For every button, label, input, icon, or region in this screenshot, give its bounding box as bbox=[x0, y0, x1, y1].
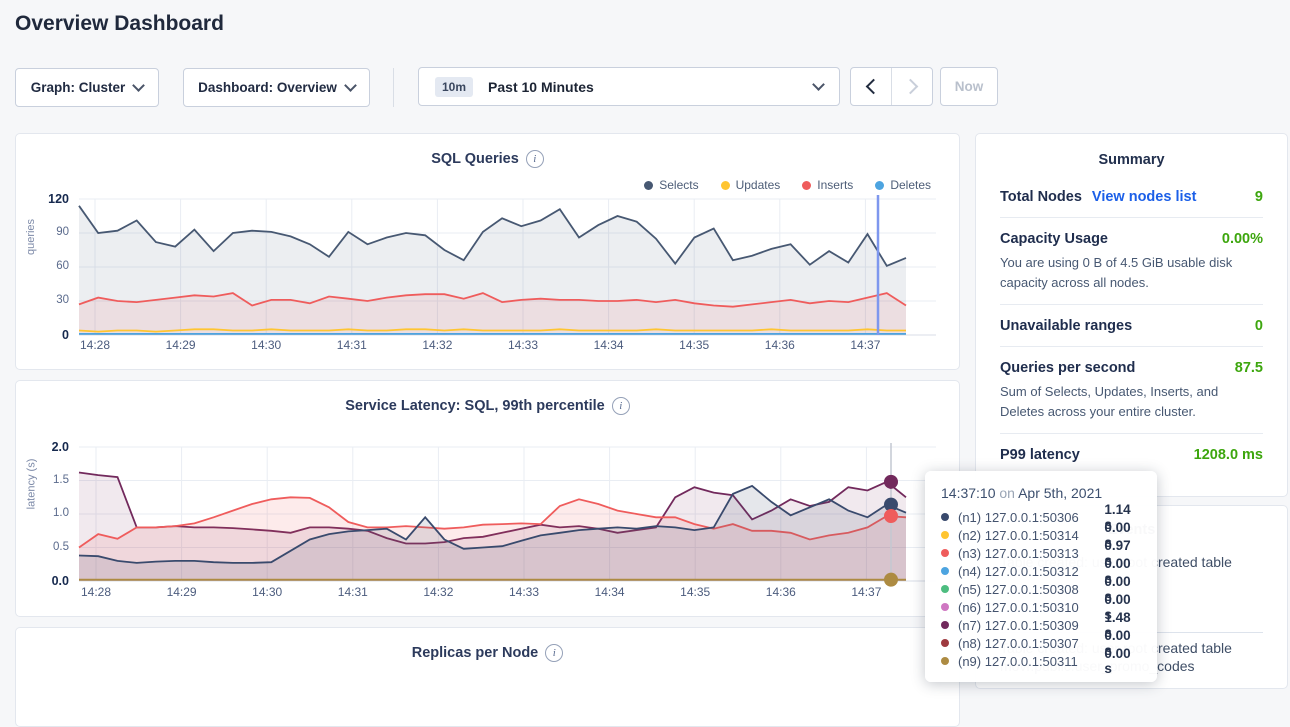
service-latency-chart-card: Service Latency: SQL, 99th percentile i … bbox=[15, 380, 960, 617]
node-color-dot-icon bbox=[941, 657, 949, 665]
metric-label: Unavailable ranges bbox=[1000, 318, 1132, 334]
info-icon[interactable]: i bbox=[545, 644, 563, 662]
x-tick-label: 14:31 bbox=[322, 338, 382, 352]
x-tick-label: 14:30 bbox=[237, 585, 297, 599]
metric-label: Capacity Usage bbox=[1000, 231, 1108, 247]
next-time-button-disabled[interactable] bbox=[891, 68, 932, 105]
x-tick-label: 14:29 bbox=[152, 585, 212, 599]
metric-unavailable-ranges: Unavailable ranges 0 bbox=[1000, 305, 1263, 347]
tooltip-timestamp: 14:37:10 on Apr 5th, 2021 bbox=[941, 485, 1141, 501]
y-tick-label: 30 bbox=[27, 294, 69, 306]
y-tick-label: 120 bbox=[27, 192, 69, 206]
y-tick-label: 60 bbox=[27, 260, 69, 272]
node-color-dot-icon bbox=[941, 513, 949, 521]
metric-capacity-usage: Capacity Usage 0.00% You are using 0 B o… bbox=[1000, 218, 1263, 305]
node-color-dot-icon bbox=[941, 549, 949, 557]
y-tick-label: 90 bbox=[27, 226, 69, 238]
node-color-dot-icon bbox=[941, 585, 949, 593]
metric-value: 9 bbox=[1255, 189, 1263, 205]
service-latency-plot[interactable]: 0.0 0.5 1.0 1.5 2.0 14:28 14:29 14:30 14:31 14:32… bbox=[16, 381, 959, 616]
metric-description: Sum of Selects, Updates, Inserts, and De… bbox=[1000, 382, 1263, 421]
x-tick-label: 14:28 bbox=[65, 338, 125, 352]
chart-hover-tooltip: 14:37:10 on Apr 5th, 2021 (n1) 127.0.0.1… bbox=[925, 471, 1157, 682]
node-color-dot-icon bbox=[941, 639, 949, 647]
x-tick-label: 14:32 bbox=[407, 338, 467, 352]
page-title: Overview Dashboard bbox=[15, 12, 224, 36]
sql-queries-plot[interactable]: 0 30 60 90 120 14:28 14:29 14:30 14:31 14:32 14:33… bbox=[16, 134, 959, 369]
chevron-left-icon bbox=[865, 79, 881, 95]
x-tick-label: 14:30 bbox=[236, 338, 296, 352]
chevron-down-icon bbox=[132, 79, 145, 92]
summary-panel: Summary Total Nodes View nodes list 9 Ca… bbox=[975, 133, 1288, 497]
x-tick-label: 14:28 bbox=[66, 585, 126, 599]
x-tick-label: 14:31 bbox=[323, 585, 383, 599]
tooltip-node-row: (n9) 127.0.0.1:503110.00 s bbox=[941, 652, 1141, 670]
x-tick-label: 14:33 bbox=[494, 585, 554, 599]
x-tick-label: 14:37 bbox=[835, 338, 895, 352]
time-step-buttons bbox=[850, 67, 933, 106]
x-tick-label: 14:35 bbox=[664, 338, 724, 352]
x-tick-label: 14:34 bbox=[579, 338, 639, 352]
time-range-label: Past 10 Minutes bbox=[488, 79, 805, 95]
y-tick-label: 2.0 bbox=[27, 440, 69, 454]
metric-description: You are using 0 B of 4.5 GiB usable disk… bbox=[1000, 253, 1263, 292]
overview-dashboard-page: { "page": {"title": "Overview Dashboard"… bbox=[0, 0, 1290, 689]
x-tick-label: 14:33 bbox=[493, 338, 553, 352]
prev-time-button[interactable] bbox=[851, 68, 891, 105]
x-tick-label: 14:34 bbox=[580, 585, 640, 599]
node-color-dot-icon bbox=[941, 567, 949, 575]
time-range-dropdown[interactable]: 10m Past 10 Minutes bbox=[418, 67, 840, 106]
summary-title: Summary bbox=[976, 134, 1287, 168]
chevron-down-icon bbox=[344, 79, 357, 92]
node-color-dot-icon bbox=[941, 531, 949, 539]
chevron-down-icon bbox=[812, 78, 825, 91]
sql-queries-chart-card: SQL Queries i SelectsUpdatesInsertsDelet… bbox=[15, 133, 960, 370]
metric-value: 87.5 bbox=[1235, 360, 1263, 376]
view-nodes-list-link[interactable]: View nodes list bbox=[1092, 189, 1197, 205]
metric-value: 0.00% bbox=[1222, 231, 1263, 247]
toolbar-divider bbox=[393, 68, 394, 107]
now-button-disabled[interactable]: Now bbox=[940, 67, 998, 106]
replicas-per-node-chart-card: Replicas per Node i bbox=[15, 627, 960, 727]
x-tick-label: 14:35 bbox=[665, 585, 725, 599]
node-color-dot-icon bbox=[941, 603, 949, 611]
x-tick-label: 14:29 bbox=[151, 338, 211, 352]
dashboard-dropdown-label: Dashboard: Overview bbox=[198, 80, 337, 95]
metric-total-nodes: Total Nodes View nodes list 9 bbox=[1000, 176, 1263, 218]
x-tick-label: 14:36 bbox=[750, 338, 810, 352]
dashboard-dropdown[interactable]: Dashboard: Overview bbox=[183, 68, 370, 107]
y-tick-label: 1.5 bbox=[27, 474, 69, 486]
metric-label: P99 latency bbox=[1000, 447, 1080, 463]
graph-dropdown[interactable]: Graph: Cluster bbox=[15, 68, 159, 107]
metric-label: Queries per second bbox=[1000, 360, 1135, 376]
node-color-dot-icon bbox=[941, 621, 949, 629]
hover-dot-icon bbox=[884, 475, 898, 489]
metric-value: 1208.0 ms bbox=[1194, 447, 1263, 463]
x-tick-label: 14:37 bbox=[836, 585, 896, 599]
y-tick-label: 1.0 bbox=[27, 507, 69, 519]
metric-value: 0 bbox=[1255, 318, 1263, 334]
y-tick-label: 0 bbox=[27, 328, 69, 342]
x-tick-label: 14:32 bbox=[408, 585, 468, 599]
metric-queries-per-second: Queries per second 87.5 Sum of Selects, … bbox=[1000, 347, 1263, 434]
chevron-right-icon bbox=[902, 79, 918, 95]
y-tick-label: 0.0 bbox=[27, 574, 69, 588]
metric-label: Total Nodes bbox=[1000, 189, 1082, 205]
hover-dot-icon bbox=[884, 509, 898, 523]
chart-title: Replicas per Node bbox=[412, 645, 539, 661]
x-tick-label: 14:36 bbox=[751, 585, 811, 599]
time-range-badge: 10m bbox=[435, 77, 473, 97]
graph-dropdown-label: Graph: Cluster bbox=[31, 80, 126, 95]
metric-p99-latency: P99 latency 1208.0 ms bbox=[1000, 434, 1263, 475]
y-tick-label: 0.5 bbox=[27, 541, 69, 553]
